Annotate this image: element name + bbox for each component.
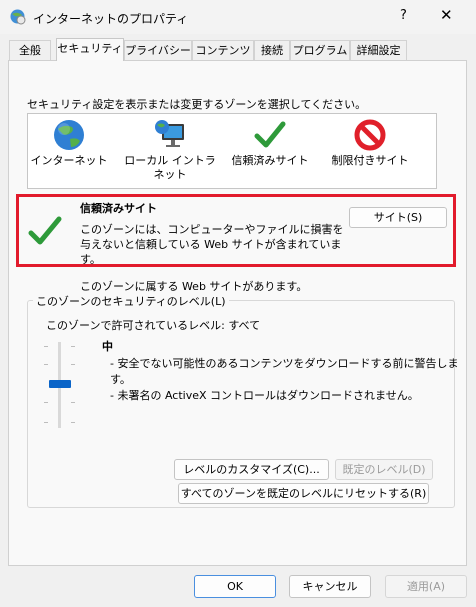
close-button[interactable]: ✕	[440, 6, 453, 24]
window-title: インターネットのプロパティ	[33, 12, 189, 26]
ok-button[interactable]: OK	[194, 575, 276, 598]
reset-all-zones-button[interactable]: すべてのゾーンを既定のレベルにリセットする(R)	[178, 483, 429, 504]
title-bar: インターネットのプロパティ ? ✕	[0, 0, 476, 34]
tab-connections[interactable]: 接続	[254, 40, 290, 60]
slider-tick	[44, 364, 48, 365]
help-button[interactable]: ?	[400, 8, 407, 23]
zone-description: このゾーンには、コンピューターやファイルに損害を与えないと信頼している Web …	[80, 223, 344, 266]
cancel-button[interactable]: キャンセル	[289, 575, 371, 598]
zone-sites-note: このゾーンに属する Web サイトがあります。	[80, 280, 308, 293]
zone-label: ローカル イントラネット	[124, 154, 216, 181]
security-level-legend: このゾーンのセキュリティのレベル(L)	[33, 293, 229, 309]
trusted-checkmark-icon	[28, 216, 62, 245]
level-detail-line: - 安全でない可能性のあるコンテンツをダウンロードする前に警告します。	[110, 357, 459, 386]
tab-content[interactable]: コンテンツ	[192, 40, 254, 60]
zone-local-intranet[interactable]: ローカル イントラネット	[120, 118, 220, 182]
zone-trusted-sites[interactable]: 信頼済みサイト	[226, 118, 314, 168]
slider-tick	[44, 346, 48, 347]
zone-label: 信頼済みサイト	[231, 154, 309, 167]
default-level-button[interactable]: 既定のレベル(D)	[335, 459, 433, 480]
slider-tick	[44, 422, 48, 423]
globe-icon	[54, 120, 84, 150]
tab-programs[interactable]: プログラム	[290, 40, 350, 60]
tab-advanced[interactable]: 詳細設定	[350, 40, 407, 60]
zone-list: インターネット ローカル イントラネット 信頼済みサイト 制限付きサイト	[27, 113, 437, 189]
apply-button[interactable]: 適用(A)	[385, 575, 467, 598]
custom-level-button[interactable]: レベルのカスタマイズ(C)...	[174, 459, 329, 480]
slider-tick	[71, 402, 75, 403]
slider-tick	[71, 346, 75, 347]
slider-thumb[interactable]	[49, 380, 71, 388]
prohibited-icon	[354, 119, 386, 151]
zone-internet[interactable]: インターネット	[28, 118, 110, 168]
allowed-levels: このゾーンで許可されているレベル: すべて	[46, 319, 261, 332]
level-detail-line: - 未署名の ActiveX コントロールはダウンロードされません。	[110, 389, 419, 402]
tab-security[interactable]: セキュリティ	[56, 38, 124, 61]
level-name: 中	[102, 340, 113, 353]
zone-label: インターネット	[30, 154, 108, 167]
level-details: - 安全でない可能性のあるコンテンツをダウンロードする前に警告します。 - 未署…	[110, 356, 476, 404]
zone-instruction: セキュリティ設定を表示または変更するゾーンを選択してください。	[27, 98, 367, 111]
internet-options-icon	[10, 9, 26, 25]
slider-tick	[71, 422, 75, 423]
tab-general[interactable]: 全般	[9, 40, 51, 60]
checkmark-icon	[254, 121, 286, 148]
zone-label: 制限付きサイト	[331, 154, 409, 167]
sites-button[interactable]: サイト(S)	[349, 207, 447, 228]
zone-restricted-sites[interactable]: 制限付きサイト	[324, 118, 416, 168]
slider-tick	[71, 364, 75, 365]
tab-privacy[interactable]: プライバシー	[124, 40, 192, 60]
intranet-icon	[155, 120, 184, 147]
security-level-slider[interactable]	[40, 342, 80, 430]
slider-tick	[44, 402, 48, 403]
zone-name: 信頼済みサイト	[80, 202, 157, 215]
